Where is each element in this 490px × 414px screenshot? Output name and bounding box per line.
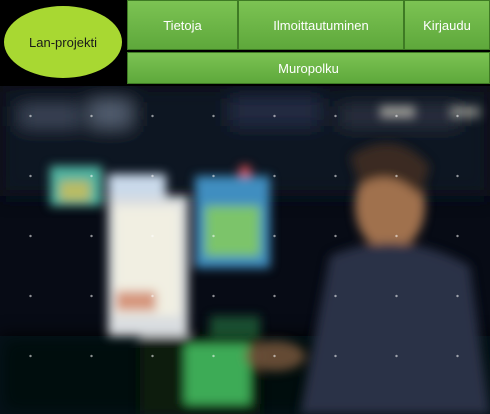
nav-item-label: Tietoja (163, 17, 202, 33)
nav-item-ilmoittautuminen[interactable]: Ilmoittautuminen (238, 0, 404, 50)
nav-item-tietoja[interactable]: Tietoja (127, 0, 238, 50)
dot-grid-overlay (0, 86, 490, 414)
site-logo[interactable]: Lan-projekti (4, 6, 122, 78)
main-nav: Tietoja Ilmoittautuminen Kirjaudu (127, 0, 490, 52)
nav-item-muropolku[interactable]: Muropolku (127, 52, 490, 84)
logo-label: Lan-projekti (29, 34, 97, 50)
nav-item-kirjaudu[interactable]: Kirjaudu (404, 0, 490, 50)
nav-item-label: Ilmoittautuminen (273, 17, 369, 33)
site-header: Lan-projekti Tietoja Ilmoittautuminen Ki… (0, 0, 490, 86)
nav-item-label: Kirjaudu (423, 17, 471, 33)
nav-item-label: Muropolku (278, 60, 339, 76)
hero-image (0, 86, 490, 414)
